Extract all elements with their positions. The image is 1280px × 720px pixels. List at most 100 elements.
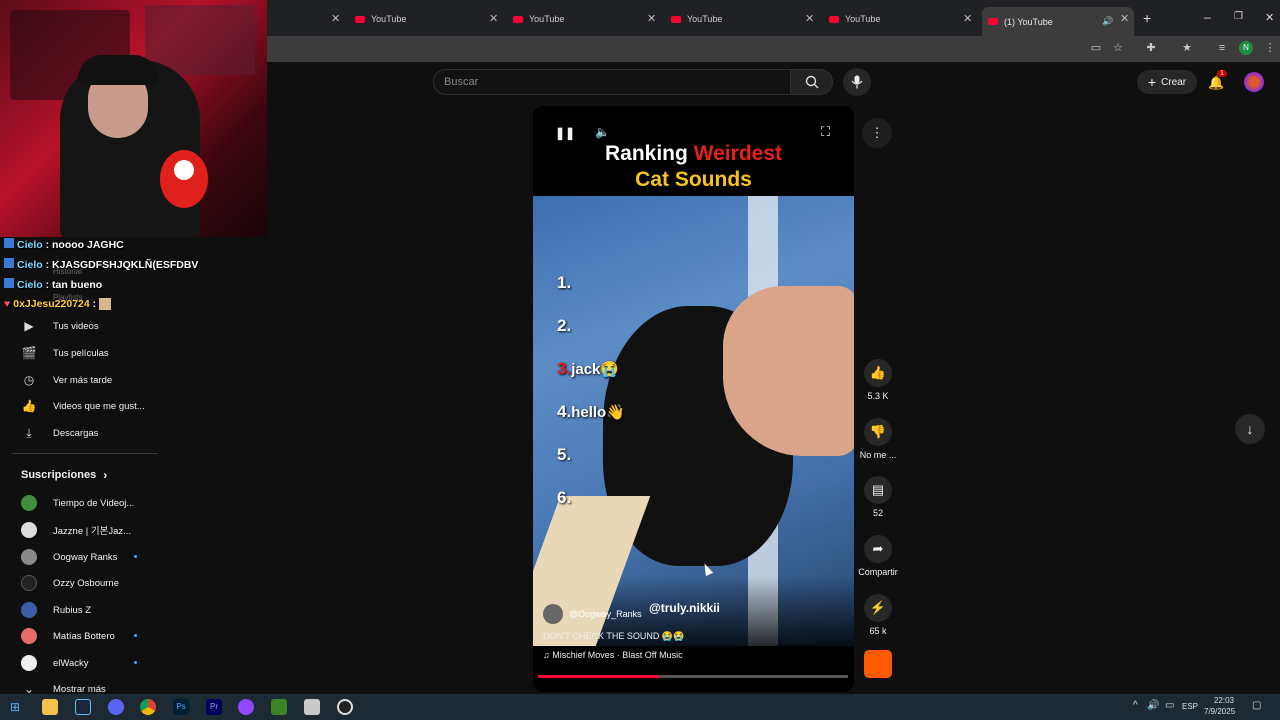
comments-button[interactable]: ▤ 52 xyxy=(857,476,899,518)
notification-center-icon[interactable]: ▢ xyxy=(1252,700,1261,711)
speaker-icon[interactable]: 🔊 xyxy=(1102,16,1113,27)
browser-tab[interactable]: YouTube xyxy=(355,8,505,30)
show-more-label: Mostrar más xyxy=(53,683,106,695)
bookmark-star-icon[interactable]: ☆ xyxy=(1110,40,1126,56)
search-button[interactable] xyxy=(791,69,833,95)
subscription-item[interactable]: Oogway Ranks xyxy=(21,549,117,565)
video-progress-bar[interactable] xyxy=(538,675,848,678)
channel-info[interactable]: @Oogway_Ranks xyxy=(543,604,642,624)
chat-message: Cielo : tan bueno xyxy=(4,278,102,291)
chat-badge-icon xyxy=(4,258,14,268)
share-button[interactable]: ➦ Compartir xyxy=(857,535,899,577)
pause-icon[interactable]: ❚❚ xyxy=(555,126,575,140)
tray-chevron-icon[interactable]: ^ xyxy=(1133,700,1138,711)
chat-user: Cielo xyxy=(17,259,43,271)
app-icon[interactable] xyxy=(304,699,320,715)
clock-date[interactable]: 7/9/2025 xyxy=(1204,707,1235,716)
remix-button[interactable]: ⚡ 65 k xyxy=(857,594,899,636)
browser-tab-active[interactable]: (1) YouTube 🔊 xyxy=(982,7,1134,36)
subscriptions-heading[interactable]: Suscripciones › xyxy=(21,468,107,482)
file-explorer-icon[interactable] xyxy=(42,699,58,715)
sidebar-item-downloads[interactable]: ⤓ Descargas xyxy=(21,426,98,440)
title-part-red: Weirdest xyxy=(693,142,782,165)
sidebar-item-your-movies[interactable]: 🎬 Tus películas xyxy=(21,346,109,360)
fullscreen-icon[interactable]: ⛶ xyxy=(821,124,830,140)
language-indicator[interactable]: ESP xyxy=(1182,702,1198,711)
minimize-icon[interactable]: – xyxy=(1204,10,1211,24)
rank-3: 3.jack😭 xyxy=(557,359,619,379)
close-tab-icon[interactable]: ✕ xyxy=(963,12,972,25)
plus-icon: + xyxy=(1147,74,1157,90)
discord-icon[interactable] xyxy=(108,699,124,715)
channel-name: Matías Bottero xyxy=(53,630,115,642)
youtube-favicon-icon xyxy=(355,15,365,23)
menu-kebab-icon[interactable]: ⋮ xyxy=(1262,40,1278,56)
extensions-icon[interactable]: ✚ xyxy=(1143,40,1159,56)
subscriptions-label: Suscripciones xyxy=(21,469,97,481)
clock-time[interactable]: 22:03 xyxy=(1210,696,1238,705)
bookmarks-icon[interactable]: ★ xyxy=(1179,40,1195,56)
subscription-item[interactable]: elWacky xyxy=(21,655,89,671)
obs-icon[interactable] xyxy=(337,699,353,715)
subscription-item[interactable]: Ozzy Osbourne xyxy=(21,575,119,591)
channel-avatar xyxy=(21,495,37,511)
emote-icon xyxy=(99,298,112,311)
close-tab-icon[interactable]: ✕ xyxy=(1120,12,1129,25)
dislike-button[interactable]: 👎 No me ... xyxy=(857,418,899,460)
music-info[interactable]: ♫ Mischief Moves · Blast Off Music xyxy=(543,650,683,660)
subscription-item[interactable]: Rubius Z xyxy=(21,602,91,618)
close-tab-icon[interactable]: ✕ xyxy=(489,12,498,25)
network-tray-icon[interactable]: ▭ xyxy=(1165,700,1174,711)
browser-tab[interactable]: YouTube xyxy=(513,8,663,30)
chevron-right-icon: › xyxy=(103,468,108,482)
sidebar-item-your-videos[interactable]: ▶ Tus videos xyxy=(21,319,98,333)
youtube-favicon-icon xyxy=(988,18,998,25)
notifications-button[interactable]: 🔔 1 xyxy=(1208,70,1227,90)
more-options-button[interactable]: ⋮ xyxy=(862,118,892,148)
restore-icon[interactable]: ❐ xyxy=(1234,11,1243,22)
close-tab-icon[interactable]: ✕ xyxy=(805,12,814,25)
photoshop-icon[interactable]: Ps xyxy=(173,699,189,715)
account-avatar[interactable] xyxy=(1244,72,1264,92)
volume-tray-icon[interactable]: 🔊 xyxy=(1147,700,1159,711)
rank-4-number: 4. xyxy=(557,402,572,421)
close-tab-icon[interactable]: ✕ xyxy=(647,12,656,25)
music-label: Mischief Moves · Blast Off Music xyxy=(552,650,683,660)
new-tab-icon[interactable]: + xyxy=(1143,10,1151,26)
next-video-button[interactable]: ↓ xyxy=(1235,414,1265,444)
create-label: Crear xyxy=(1161,76,1187,88)
sidebar-item-liked-videos[interactable]: 👍 Videos que me gust... xyxy=(21,399,145,413)
youtube-favicon-icon xyxy=(671,15,681,23)
voice-search-button[interactable] xyxy=(843,68,871,96)
subscription-item[interactable]: Tiempo de Videoj... xyxy=(21,495,134,511)
tiktok-handle: @truly.nikkii xyxy=(649,601,720,615)
shorts-player[interactable]: ❚❚ 🔈 ⛶ Ranking Weirdest Cat Sounds 1. 2.… xyxy=(533,106,854,692)
premiere-icon[interactable]: Pr xyxy=(206,699,222,715)
sidebar-item-label: Videos que me gust... xyxy=(53,400,145,412)
windows-start-icon[interactable]: ⊞ xyxy=(10,700,20,714)
like-button[interactable]: 👍 5.3 K xyxy=(857,359,899,401)
app-icon[interactable] xyxy=(238,699,254,715)
remix-count: 65 k xyxy=(869,626,887,636)
kebab-icon: ⋮ xyxy=(870,125,884,140)
minecraft-icon[interactable] xyxy=(271,699,287,715)
chrome-icon[interactable] xyxy=(140,699,156,715)
profile-avatar[interactable]: N xyxy=(1239,41,1253,55)
arrow-down-icon: ↓ xyxy=(1246,421,1254,437)
sidebar-item-watch-later[interactable]: ◷ Ver más tarde xyxy=(21,373,112,387)
create-button[interactable]: + Crear xyxy=(1137,70,1197,94)
sound-thumbnail[interactable] xyxy=(864,650,892,678)
notification-badge: 1 xyxy=(1217,70,1227,77)
close-tab-icon[interactable]: ✕ xyxy=(331,12,340,25)
close-window-icon[interactable]: ✕ xyxy=(1265,11,1274,24)
subscription-item[interactable]: Jazzne | 기본Jaz... xyxy=(21,522,131,538)
install-app-icon[interactable]: ▭ xyxy=(1088,40,1104,56)
subscription-item[interactable]: Matías Bottero xyxy=(21,628,115,644)
browser-tab[interactable]: YouTube xyxy=(671,8,821,30)
browser-tab[interactable]: YouTube xyxy=(829,8,979,30)
media-control-icon[interactable]: ≡ xyxy=(1214,40,1230,56)
steam-icon[interactable] xyxy=(75,699,91,715)
search-input[interactable]: Buscar xyxy=(433,69,791,95)
volume-icon[interactable]: 🔈 xyxy=(595,125,610,139)
channel-avatar xyxy=(21,575,37,591)
